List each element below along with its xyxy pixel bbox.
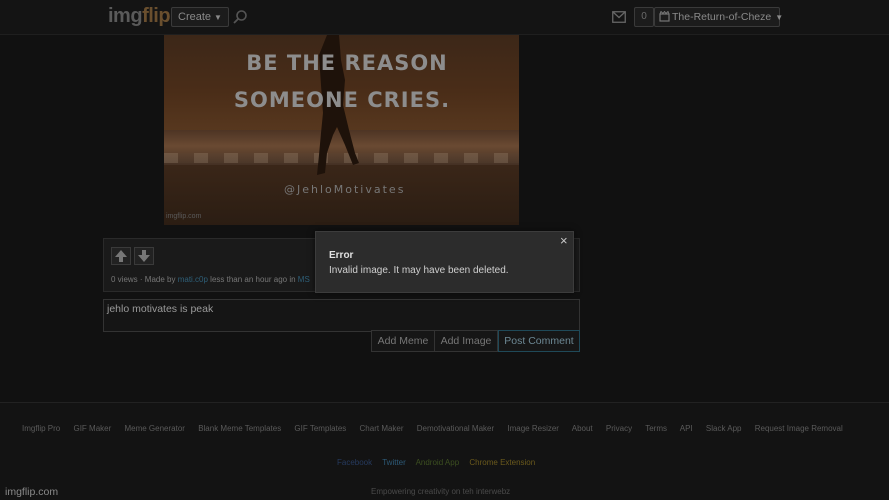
close-icon[interactable]: × xyxy=(560,234,568,247)
meme-bottom-text: SOMEONE CRIES. xyxy=(233,88,451,112)
site-footer: Imgflip Pro GIF Maker Meme Generator Bla… xyxy=(0,402,889,500)
views-count: 0 views xyxy=(111,275,138,284)
facebook-link[interactable]: Facebook xyxy=(337,458,372,467)
footer-link[interactable]: Slack App xyxy=(706,424,742,433)
meme-handle-text: @JehloMotivates xyxy=(284,183,406,196)
footer-link[interactable]: Privacy xyxy=(606,424,632,433)
chrome-extension-link[interactable]: Chrome Extension xyxy=(469,458,535,467)
top-header: imgflip Create ▼ 0 The-Return-of-Cheze ▼ xyxy=(0,0,889,35)
meme-top-text: BE THE REASON xyxy=(246,51,448,75)
footer-link[interactable]: Terms xyxy=(645,424,667,433)
footer-link[interactable]: Chart Maker xyxy=(360,424,404,433)
chevron-down-icon: ▼ xyxy=(214,13,222,22)
footer-links: Imgflip Pro GIF Maker Meme Generator Bla… xyxy=(22,424,854,433)
post-comment-button[interactable]: Post Comment xyxy=(498,330,580,352)
mail-icon[interactable] xyxy=(612,11,626,23)
footer-link[interactable]: Imgflip Pro xyxy=(22,424,60,433)
android-app-link[interactable]: Android App xyxy=(416,458,460,467)
meme-watermark: imgflip.com xyxy=(166,213,202,220)
footer-link[interactable]: Request Image Removal xyxy=(755,424,843,433)
time-text: less than an hour ago in xyxy=(207,275,298,284)
create-dropdown-button[interactable]: Create ▼ xyxy=(171,7,229,27)
add-meme-button[interactable]: Add Meme xyxy=(371,330,435,352)
error-dialog: × Error Invalid image. It may have been … xyxy=(315,231,574,293)
chevron-down-icon: ▼ xyxy=(775,13,784,22)
footer-link[interactable]: Image Resizer xyxy=(507,424,559,433)
add-image-button[interactable]: Add Image xyxy=(434,330,498,352)
arrow-down-icon xyxy=(138,250,150,262)
downvote-button[interactable] xyxy=(134,247,154,265)
made-by-prefix: · Made by xyxy=(137,275,178,284)
meme-image[interactable]: BE THE REASON SOMEONE CRIES. @JehloMotiv… xyxy=(164,35,519,225)
social-links: Facebook Twitter Android App Chrome Exte… xyxy=(337,458,543,467)
footer-link[interactable]: Meme Generator xyxy=(124,424,184,433)
footer-tagline: Empowering creativity on teh interwebz xyxy=(371,487,511,496)
stream-link[interactable]: MS xyxy=(298,275,310,284)
footer-link[interactable]: API xyxy=(680,424,693,433)
footer-link[interactable]: About xyxy=(572,424,593,433)
error-message: Invalid image. It may have been deleted. xyxy=(329,265,509,276)
upvote-button[interactable] xyxy=(111,247,131,265)
twitter-link[interactable]: Twitter xyxy=(382,458,406,467)
arrow-up-icon xyxy=(115,250,127,262)
post-meta: 0 views · Made by mati.c0p less than an … xyxy=(111,275,310,284)
user-menu-button[interactable]: The-Return-of-Cheze ▼ xyxy=(654,7,784,27)
imgflip-logo[interactable]: imgflip xyxy=(108,5,171,28)
comment-input[interactable]: jehlo motivates is peak xyxy=(103,299,580,332)
author-link[interactable]: mati.c0p xyxy=(178,275,208,284)
username-label: The-Return-of-Cheze xyxy=(672,11,772,23)
logo-img-text: img xyxy=(108,5,143,27)
logo-flip-text: flip xyxy=(142,5,171,27)
create-label: Create xyxy=(178,11,212,23)
notification-count[interactable]: 0 xyxy=(634,7,654,27)
footer-link[interactable]: GIF Templates xyxy=(294,424,346,433)
avatar xyxy=(659,11,670,22)
page-watermark: imgflip.com xyxy=(5,486,59,498)
error-title: Error xyxy=(329,250,354,261)
footer-link[interactable]: GIF Maker xyxy=(73,424,111,433)
footer-link[interactable]: Demotivational Maker xyxy=(417,424,494,433)
search-icon[interactable] xyxy=(232,9,248,25)
footer-link[interactable]: Blank Meme Templates xyxy=(198,424,281,433)
